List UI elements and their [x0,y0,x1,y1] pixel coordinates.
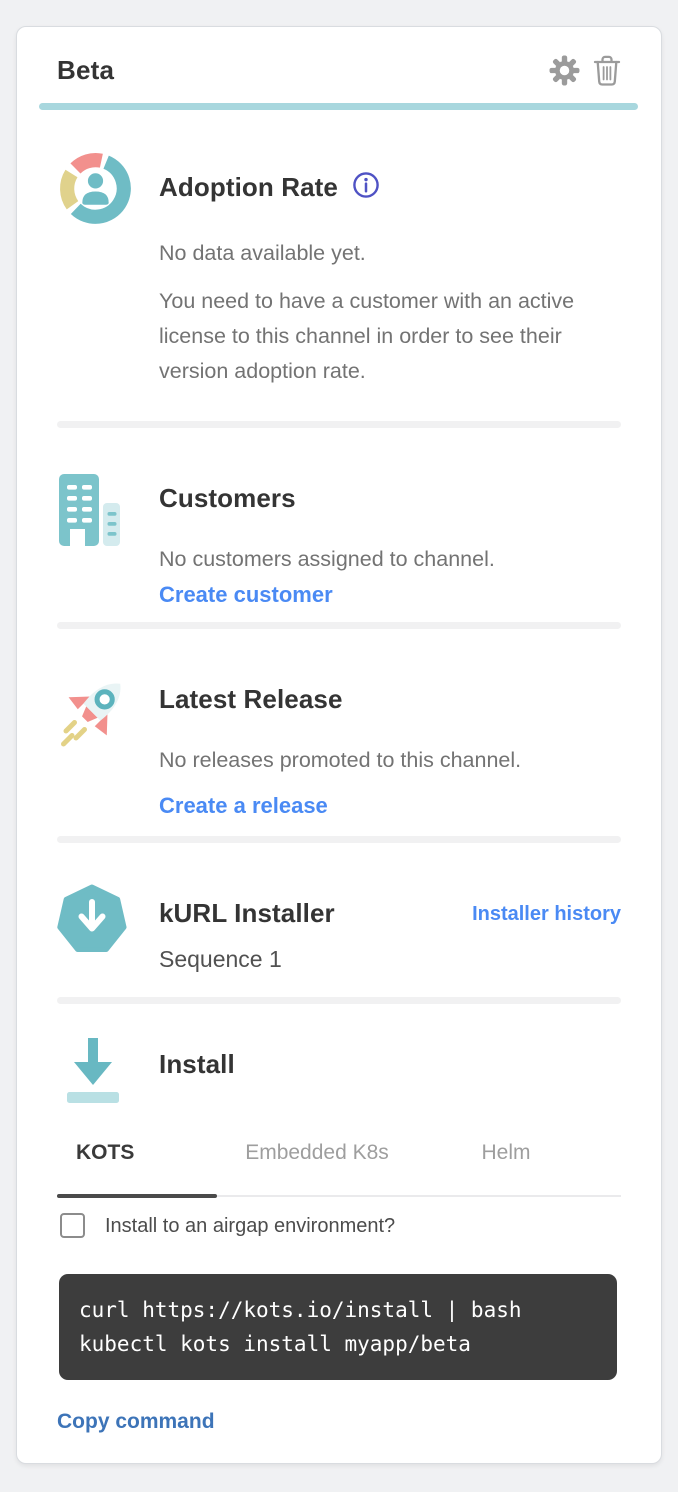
section-heading-row: Adoption Rate [159,170,621,205]
section-divider [57,836,621,843]
adoption-donut-icon [57,150,129,389]
create-release-link[interactable]: Create a release [159,791,328,821]
settings-icon[interactable] [549,55,580,86]
create-customer-link[interactable]: Create customer [159,580,333,610]
kurl-installer-title: kURL Installer [159,897,472,929]
rocket-icon [57,669,129,821]
tab-helm[interactable]: Helm [417,1141,595,1195]
section-install: Install [57,1004,621,1113]
card-header: Beta [57,53,621,87]
info-icon[interactable] [351,170,381,205]
section-divider [57,997,621,1004]
channel-card: Beta [16,26,662,1464]
section-divider [57,622,621,629]
airgap-row: Install to an airgap environment? [60,1213,621,1238]
command-line: kubectl kots install myapp/beta [79,1327,597,1361]
installer-history-link[interactable]: Installer history [472,901,621,975]
airgap-label: Install to an airgap environment? [105,1214,395,1238]
adoption-empty-message: No data available yet. [159,238,621,268]
kurl-sequence-label: Sequence 1 [159,943,472,975]
section-adoption-rate: Adoption Rate No data available yet. You… [57,110,621,421]
install-tabs: KOTS Embedded K8s Helm [57,1141,621,1197]
adoption-rate-title: Adoption Rate [159,172,338,202]
header-actions [549,54,621,87]
adoption-hint-text: You need to have a customer with an acti… [159,284,609,389]
install-title: Install [159,1048,621,1080]
command-line: curl https://kots.io/install | bash [79,1293,597,1327]
trash-icon[interactable] [593,54,621,87]
copy-command-link[interactable]: Copy command [57,1410,215,1434]
airgap-checkbox[interactable] [60,1213,85,1238]
section-customers: Customers No customers assigned to chann… [57,428,621,622]
buildings-icon [57,470,129,610]
latest-release-empty-message: No releases promoted to this channel. [159,745,621,775]
kurl-heptagon-icon [57,883,129,975]
latest-release-title: Latest Release [159,683,621,715]
channel-title: Beta [57,53,549,87]
install-command-block: curl https://kots.io/install | bash kube… [59,1274,617,1380]
customers-empty-message: No customers assigned to channel. [159,544,621,574]
section-kurl-installer: kURL Installer Sequence 1 Installer hist… [57,843,621,997]
tab-embedded-k8s[interactable]: Embedded K8s [217,1141,417,1195]
channel-accent-bar [39,103,638,110]
section-divider [57,421,621,428]
tab-kots[interactable]: KOTS [57,1141,217,1195]
section-latest-release: Latest Release No releases promoted to t… [57,629,621,836]
download-icon [57,1036,129,1113]
customers-title: Customers [159,482,621,514]
